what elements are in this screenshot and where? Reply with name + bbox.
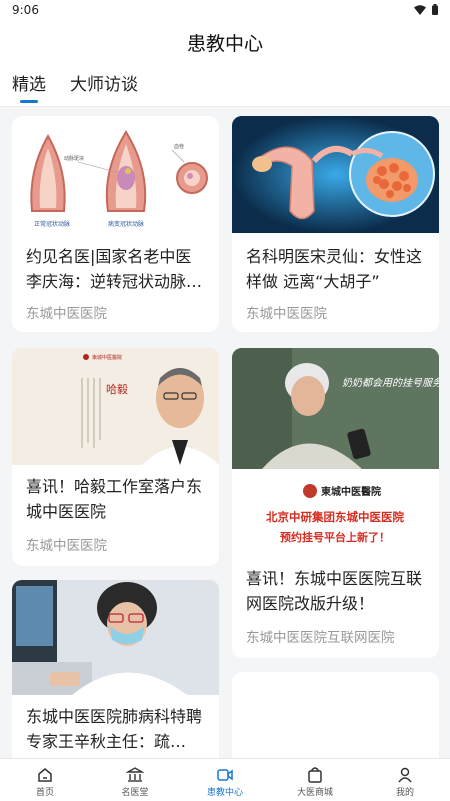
battery-icon (432, 4, 438, 15)
article-source: 东城中医医院 (246, 306, 327, 322)
status-time: 9:06 (12, 3, 39, 17)
article-thumbnail-elderly-user: 奶奶都会用的挂号服务 (232, 348, 439, 469)
tab-master-interviews[interactable]: 大师访谈 (70, 70, 138, 95)
article-source: 东城中医医院互联网医院 (246, 630, 395, 646)
hospital-logo-text: 東城中医醫院 (92, 354, 122, 361)
banner-subline: 预约挂号平台上新了！ (280, 530, 390, 544)
tab-featured[interactable]: 精选 (12, 70, 46, 95)
banner-logo-text: 東城中医醫院 (321, 485, 381, 498)
nav-famous-doctors[interactable]: 名医堂 (90, 759, 180, 801)
article-feed[interactable]: 正常冠状动脉 病变冠状动脉 动脉斑块 血栓 约见名医|国家名老中医李庆海：逆转冠… (0, 106, 450, 758)
nav-label: 大医商城 (296, 788, 333, 798)
active-tab-indicator (20, 100, 38, 103)
article-title: 喜讯！东城中医医院互联网医院改版升级！ (246, 569, 423, 613)
page-title: 患教中心 (186, 32, 263, 55)
tab-bar: 精选 大师访谈 (0, 62, 450, 107)
nav-mall[interactable]: 大医商城 (270, 759, 360, 801)
banner-headline: 北京中研集团东城中医医院 (266, 510, 404, 524)
article-card[interactable]: 奶奶都会用的挂号服务 東城中医醫院 北京中研集团东城中医医院 预约挂号平台上新了… (232, 348, 439, 658)
article-title: 约见名医|国家名老中医李庆海：逆转冠状动脉… (26, 247, 203, 291)
wifi-icon (414, 4, 426, 15)
article-title: 东城中医医院肺病科特聘专家王辛秋主任：疏… (26, 707, 203, 751)
user-icon (398, 767, 412, 783)
diagram-label-thrombus: 血栓 (174, 143, 184, 150)
calligraphy-name: 哈毅 (106, 382, 128, 396)
article-thumbnail-uterus (232, 116, 439, 233)
nav-label: 我的 (395, 788, 414, 798)
diagram-label-diseased: 病变冠状动脉 (108, 220, 144, 228)
article-card-placeholder[interactable] (232, 672, 439, 758)
nav-profile[interactable]: 我的 (360, 759, 450, 801)
overlay-slogan: 奶奶都会用的挂号服务 (342, 377, 439, 389)
nav-patient-education[interactable]: 患教中心 (180, 759, 270, 801)
article-card[interactable]: 正常冠状动脉 病变冠状动脉 动脉斑块 血栓 约见名医|国家名老中医李庆海：逆转冠… (12, 116, 219, 332)
article-source: 东城中医医院 (26, 538, 107, 554)
status-icons (414, 4, 438, 15)
article-thumbnail-artery: 正常冠状动脉 病变冠状动脉 动脉斑块 血栓 (12, 116, 219, 236)
article-source: 东城中医医院 (26, 306, 107, 322)
article-card[interactable]: 東城中医醫院 哈毅 喜讯！哈毅工作室落户东城中医医院 东城中医医院 (12, 348, 219, 566)
status-bar: 9:06 (0, 0, 450, 22)
article-title: 喜讯！哈毅工作室落户东城中医医院 (26, 477, 203, 521)
shopping-bag-icon (308, 767, 322, 783)
hall-icon (126, 767, 144, 782)
article-banner-hospital: 東城中医醫院 北京中研集团东城中医医院 预约挂号平台上新了！ (232, 469, 439, 556)
nav-label: 患教中心 (206, 788, 243, 798)
nav-home[interactable]: 首页 (0, 759, 90, 801)
bottom-navigation: 首页 名医堂 患教中心 大医商城 我的 (0, 758, 450, 801)
nav-label: 名医堂 (121, 788, 149, 798)
diagram-label-plaque: 动脉斑块 (64, 155, 84, 162)
article-thumbnail-specialist (12, 580, 219, 695)
article-card[interactable]: 东城中医医院肺病科特聘专家王辛秋主任：疏… (12, 580, 219, 758)
article-title: 名科明医宋灵仙：女性这样做 远离“大胡子” (246, 247, 423, 291)
article-thumbnail-doctor: 東城中医醫院 哈毅 (12, 348, 219, 465)
article-card[interactable]: 名科明医宋灵仙：女性这样做 远离“大胡子” 东城中医医院 (232, 116, 439, 332)
nav-label: 首页 (35, 788, 54, 798)
page-header: 患教中心 (0, 22, 450, 62)
diagram-label-normal: 正常冠状动脉 (34, 220, 70, 228)
home-icon (38, 768, 52, 782)
video-icon (217, 769, 233, 781)
